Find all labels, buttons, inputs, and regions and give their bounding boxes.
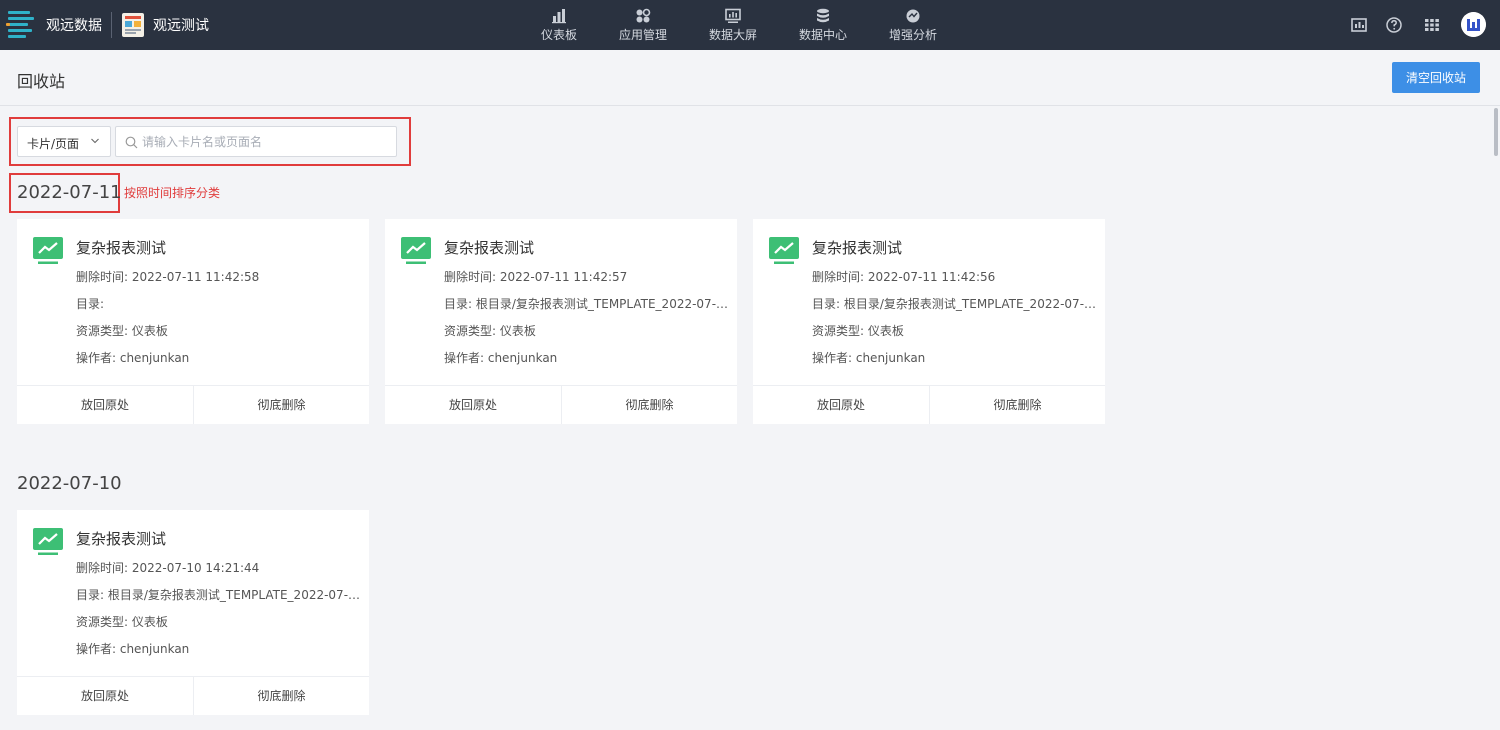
nav-enhanced-analysis[interactable]: 增强分析 [873, 6, 953, 46]
card-actions: 放回原处 彻底删除 [17, 676, 369, 715]
line-chart-dashboard-icon [769, 237, 799, 264]
card-title[interactable]: 复杂报表测试 [812, 237, 902, 258]
bar-chart-icon [552, 9, 566, 24]
permanent-delete-button[interactable]: 彻底删除 [193, 386, 369, 424]
dashboard-icon[interactable] [1350, 16, 1368, 34]
page-header: 回收站 清空回收站 [0, 50, 1500, 106]
help-icon[interactable] [1385, 16, 1403, 34]
resource-type-value: 卡片/页面 [27, 137, 80, 151]
database-icon [817, 8, 829, 23]
brand-logo-icon[interactable] [6, 10, 34, 40]
clear-recycle-bin-button[interactable]: 清空回收站 [1392, 62, 1480, 93]
recycle-card: 复杂报表测试 删除时间: 2022-07-10 14:21:44 目录: 根目录… [17, 510, 369, 715]
resource-type: 资源类型: 仪表板 [444, 324, 536, 338]
resource-type: 资源类型: 仪表板 [76, 324, 168, 338]
apps-grid-icon [636, 8, 651, 23]
chevron-down-icon [91, 138, 99, 144]
directory: 目录: 根目录/复杂报表测试_TEMPLATE_2022-07-1... [812, 297, 1097, 311]
line-chart-dashboard-icon [33, 237, 63, 264]
restore-button[interactable]: 放回原处 [385, 386, 561, 424]
resource-type: 资源类型: 仪表板 [812, 324, 904, 338]
line-chart-dashboard-icon [33, 528, 63, 555]
nav-label: 仪表板 [540, 28, 577, 42]
operator: 操作者: chenjunkan [444, 351, 558, 365]
resource-type-select[interactable]: 卡片/页面 [17, 126, 111, 157]
directory: 目录: 根目录/复杂报表测试_TEMPLATE_2022-07-1... [444, 297, 729, 311]
brand-name[interactable]: 观远数据 [46, 15, 102, 35]
app-thumbnail-icon[interactable] [122, 13, 144, 37]
nav-data-screen[interactable]: 数据大屏 [693, 6, 773, 46]
page-title: 回收站 [17, 72, 66, 91]
analysis-icon [906, 9, 920, 23]
restore-button[interactable]: 放回原处 [753, 386, 929, 424]
permanent-delete-button[interactable]: 彻底删除 [929, 386, 1105, 424]
restore-button[interactable]: 放回原处 [17, 677, 193, 715]
nav-label: 数据大屏 [708, 28, 757, 42]
scrollbar-thumb[interactable] [1494, 108, 1498, 156]
nav-app-management[interactable]: 应用管理 [603, 6, 683, 46]
directory: 目录: [76, 297, 105, 311]
nav-label: 数据中心 [798, 28, 847, 42]
vertical-scrollbar[interactable] [1492, 106, 1500, 730]
deleted-time: 删除时间: 2022-07-11 11:42:58 [76, 270, 260, 284]
line-chart-dashboard-icon [401, 237, 431, 264]
annotation-note: 按照时间排序分类 [124, 186, 221, 200]
card-actions: 放回原处 彻底删除 [753, 385, 1105, 424]
nav-dashboard[interactable]: 仪表板 [519, 6, 599, 46]
user-avatar[interactable] [1461, 12, 1486, 37]
operator: 操作者: chenjunkan [76, 642, 190, 656]
deleted-time: 删除时间: 2022-07-10 14:21:44 [76, 561, 260, 575]
operator: 操作者: chenjunkan [76, 351, 190, 365]
nav-label: 应用管理 [618, 28, 667, 42]
deleted-time: 删除时间: 2022-07-11 11:42:57 [444, 270, 628, 284]
card-title[interactable]: 复杂报表测试 [76, 237, 166, 258]
grid-menu-icon[interactable] [1423, 16, 1441, 34]
search-box [115, 126, 397, 157]
monitor-icon [725, 8, 741, 23]
resource-type: 资源类型: 仪表板 [76, 615, 168, 629]
group-date: 2022-07-11 [17, 182, 122, 203]
restore-button[interactable]: 放回原处 [17, 386, 193, 424]
directory: 目录: 根目录/复杂报表测试_TEMPLATE_2022-07-1... [76, 588, 361, 602]
card-title[interactable]: 复杂报表测试 [444, 237, 534, 258]
group-date: 2022-07-10 [17, 473, 122, 494]
card-actions: 放回原处 彻底删除 [385, 385, 737, 424]
search-icon [125, 136, 138, 149]
recycle-card: 复杂报表测试 删除时间: 2022-07-11 11:42:58 目录: 资源类… [17, 219, 369, 424]
search-input[interactable] [142, 132, 392, 152]
top-navigation-bar: 观远数据 观远测试 仪表板 应用管理 数据大屏 数据中心 增强分析 [0, 0, 1500, 50]
recycle-card: 复杂报表测试 删除时间: 2022-07-11 11:42:57 目录: 根目录… [385, 219, 737, 424]
card-actions: 放回原处 彻底删除 [17, 385, 369, 424]
card-title[interactable]: 复杂报表测试 [76, 528, 166, 549]
permanent-delete-button[interactable]: 彻底删除 [193, 677, 369, 715]
app-name[interactable]: 观远测试 [153, 15, 209, 35]
permanent-delete-button[interactable]: 彻底删除 [561, 386, 737, 424]
brand-divider [111, 12, 112, 38]
nav-data-center[interactable]: 数据中心 [783, 6, 863, 46]
operator: 操作者: chenjunkan [812, 351, 926, 365]
deleted-time: 删除时间: 2022-07-11 11:42:56 [812, 270, 996, 284]
recycle-card: 复杂报表测试 删除时间: 2022-07-11 11:42:56 目录: 根目录… [753, 219, 1105, 424]
nav-label: 增强分析 [888, 28, 937, 42]
